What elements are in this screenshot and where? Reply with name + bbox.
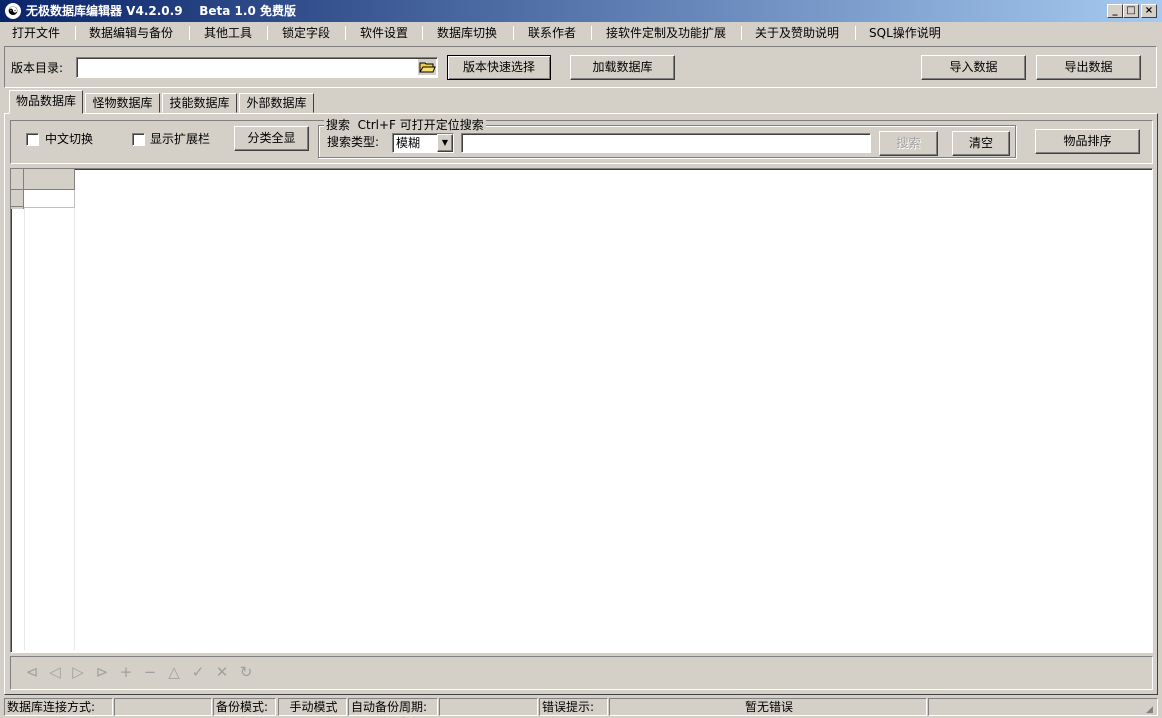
search-type-value: 模糊 — [396, 136, 421, 150]
version-quick-select-button[interactable]: 版本快速选择 — [447, 55, 551, 80]
delete-record-icon[interactable]: − — [141, 663, 159, 681]
menu-custom-dev[interactable]: 接软件定制及功能扩展 — [606, 25, 726, 41]
menu-lock-fields[interactable]: 锁定字段 — [282, 25, 330, 41]
grid-line — [74, 208, 75, 650]
search-type-select[interactable]: 模糊 ▼ — [392, 133, 454, 153]
minimize-button[interactable]: _ — [1107, 4, 1123, 18]
tab-items-db[interactable]: 物品数据库 — [9, 90, 83, 114]
export-data-button[interactable]: 导出数据 — [1036, 55, 1141, 80]
dropdown-arrow-icon[interactable]: ▼ — [437, 134, 453, 152]
show-ext-label: 显示扩展栏 — [150, 132, 211, 146]
menu-separator — [422, 26, 423, 40]
status-backup-value: 手动模式 — [278, 698, 347, 716]
menu-separator — [189, 26, 190, 40]
last-record-icon[interactable]: ⊳ — [93, 663, 111, 681]
status-extra — [928, 698, 1158, 716]
title-bar: ☯ 无极数据库编辑器 V4.2.0.9 Beta 1.0 免费版 _ □ × — [0, 0, 1162, 22]
tab-monsters-db[interactable]: 怪物数据库 — [85, 93, 160, 113]
search-type-label: 搜索类型: — [327, 135, 380, 149]
menu-sql-help[interactable]: SQL操作说明 — [869, 25, 941, 41]
tab-skills-db[interactable]: 技能数据库 — [162, 93, 237, 113]
version-dir-label: 版本目录: — [11, 61, 64, 75]
prior-record-icon[interactable]: ◁ — [46, 663, 64, 681]
status-backup-label: 备份模式: — [213, 698, 276, 716]
menu-about-sponsor[interactable]: 关于及赞助说明 — [755, 25, 839, 41]
tab-external-db[interactable]: 外部数据库 — [239, 93, 314, 113]
insert-record-icon[interactable]: + — [117, 663, 135, 681]
edit-record-icon[interactable]: △ — [165, 663, 183, 681]
menu-separator — [267, 26, 268, 40]
status-conn-value — [114, 698, 212, 716]
menu-contact-author[interactable]: 联系作者 — [528, 25, 576, 41]
load-database-button[interactable]: 加载数据库 — [570, 55, 675, 80]
status-error-value: 暂无错误 — [609, 698, 927, 716]
folder-icon — [419, 62, 436, 73]
size-grip-icon[interactable]: ◢ — [1146, 704, 1158, 716]
search-group-title: 搜索 Ctrl+F 可打开定位搜索 — [324, 117, 486, 133]
status-error-label: 错误提示: — [539, 698, 608, 716]
menu-bar: 打开文件 数据编辑与备份 其他工具 锁定字段 软件设置 数据库切换 联系作者 接… — [0, 22, 1162, 44]
menu-separator — [741, 26, 742, 40]
menu-separator — [513, 26, 514, 40]
chinese-toggle-checkbox[interactable] — [26, 133, 39, 146]
show-all-categories-button[interactable]: 分类全显 — [234, 126, 309, 151]
maximize-button[interactable]: □ — [1123, 4, 1139, 18]
window-title: 无极数据库编辑器 V4.2.0.9 Beta 1.0 免费版 — [26, 4, 296, 18]
menu-separator — [75, 26, 76, 40]
menu-open-file[interactable]: 打开文件 — [12, 25, 60, 41]
menu-separator — [345, 26, 346, 40]
folder-browse-button[interactable] — [418, 59, 436, 75]
grid-column-header[interactable] — [24, 169, 75, 190]
next-record-icon[interactable]: ▷ — [69, 663, 87, 681]
menu-db-switch[interactable]: 数据库切换 — [437, 25, 497, 41]
search-button[interactable]: 搜索 — [879, 131, 938, 156]
sort-items-button[interactable]: 物品排序 — [1035, 129, 1140, 154]
grid-indicator-column — [11, 169, 24, 209]
import-data-button[interactable]: 导入数据 — [921, 55, 1026, 80]
version-dir-input[interactable] — [76, 57, 438, 78]
grid-corner — [11, 169, 23, 190]
menu-data-edit-backup[interactable]: 数据编辑与备份 — [89, 25, 173, 41]
menu-other-tools[interactable]: 其他工具 — [204, 25, 252, 41]
refresh-data-icon[interactable]: ↻ — [237, 663, 255, 681]
clear-button[interactable]: 清空 — [952, 131, 1010, 156]
show-ext-checkbox[interactable] — [132, 133, 145, 146]
status-conn-label: 数据库连接方式: — [4, 698, 113, 716]
chinese-toggle-label: 中文切换 — [45, 132, 94, 146]
status-auto-backup-label: 自动备份周期: — [348, 698, 438, 716]
grid-row-indicator — [11, 190, 23, 207]
app-icon: ☯ — [5, 3, 21, 19]
menu-separator — [591, 26, 592, 40]
cancel-edit-icon[interactable]: ✕ — [213, 663, 231, 681]
menu-settings[interactable]: 软件设置 — [360, 25, 408, 41]
menu-separator — [855, 26, 856, 40]
first-record-icon[interactable]: ⊲ — [23, 663, 41, 681]
grid-line — [24, 208, 25, 650]
status-auto-backup-value — [439, 698, 538, 716]
data-grid[interactable] — [10, 168, 1153, 653]
post-edit-icon[interactable]: ✓ — [189, 663, 207, 681]
search-input[interactable] — [461, 133, 871, 153]
close-button[interactable]: × — [1141, 4, 1157, 18]
grid-cell[interactable] — [24, 190, 75, 208]
